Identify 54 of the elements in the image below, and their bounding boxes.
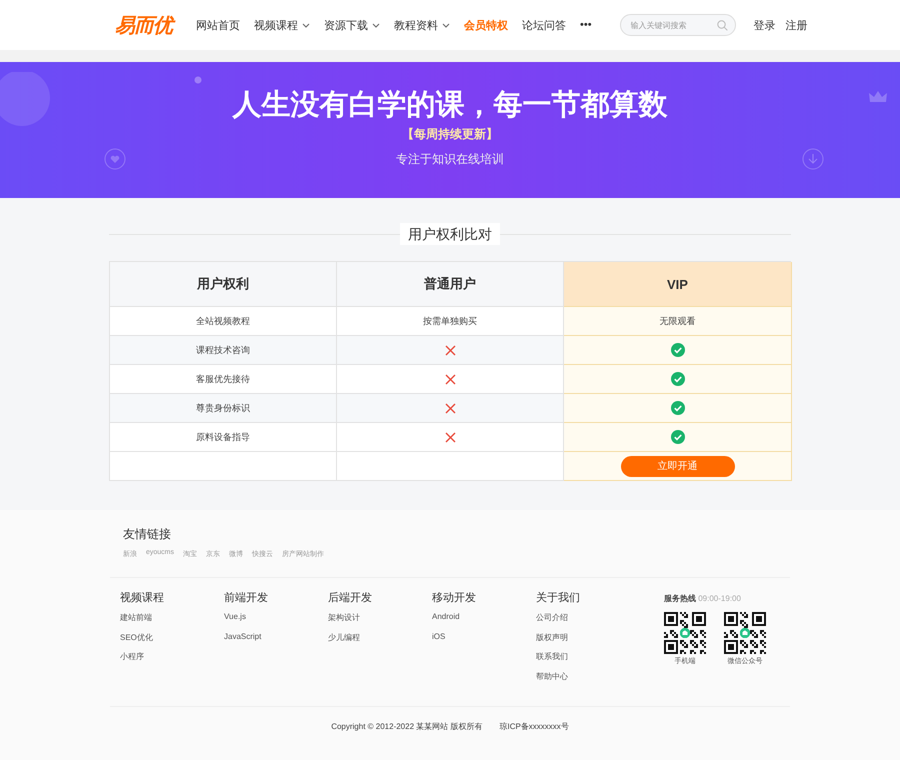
table-cell-text: 按需单独购买 (423, 314, 477, 328)
banner-subtitle: 专注于知识在线培训 (396, 151, 504, 168)
feature-label: 课程技术咨询 (196, 344, 250, 356)
footer-column-title: 后端开发 (328, 591, 373, 605)
caret-icon (442, 22, 450, 28)
nav-link[interactable]: 资源下载 (324, 18, 380, 32)
download-icon (802, 148, 824, 170)
footer-column-title: 前端开发 (224, 591, 269, 605)
footer-link[interactable]: Vue.js (224, 612, 328, 632)
column-header: VIP (667, 276, 688, 292)
hotline-text: 服务热线 09:00-19:00 (664, 593, 742, 604)
footer-link[interactable]: SEO优化 (120, 632, 224, 651)
footer-link[interactable]: 公司介绍 (536, 612, 640, 632)
feature-label: 客服优先接待 (196, 372, 250, 386)
nav-link[interactable]: ••• (580, 18, 592, 32)
footer-link[interactable]: 帮助中心 (536, 670, 640, 690)
dot-icon (194, 76, 202, 84)
nav-link[interactable]: 网站首页 (196, 18, 240, 32)
footer-link[interactable]: 建站前端 (120, 612, 224, 632)
account-link[interactable]: 注册 (786, 18, 808, 32)
table-cell-text: 无限观看 (660, 314, 696, 328)
footer-link[interactable]: 版权声明 (536, 632, 640, 651)
qr-code-icon (664, 612, 706, 654)
footer-link[interactable]: 小程序 (120, 651, 224, 670)
feature-label: 全站视频教程 (196, 314, 250, 328)
nav-link[interactable]: 教程资料 (394, 18, 450, 32)
footer-link[interactable]: Android (432, 612, 536, 632)
caret-icon (372, 22, 380, 28)
feature-label: 原料设备指导 (196, 430, 250, 444)
banner-tagline: 【每周持续更新】 (402, 126, 498, 143)
footer-link[interactable]: 少儿编程 (328, 632, 432, 651)
footer-column-title: 关于我们 (536, 590, 581, 605)
banner-title: 人生没有白学的课，每一节都算数 (232, 88, 668, 123)
footer-column-title: 视频课程 (120, 591, 165, 605)
search-icon[interactable] (716, 20, 728, 30)
column-header: 普通用户 (424, 275, 476, 293)
account-link[interactable]: 登录 (754, 18, 776, 32)
feature-label: 尊贵身份标识 (196, 402, 250, 414)
section-title: 友情链接 (122, 526, 172, 542)
footer-link[interactable]: 架构设计 (328, 612, 432, 632)
nav-link[interactable]: 论坛问答 (522, 18, 566, 32)
search-field[interactable]: 输入关键词搜索 (620, 14, 736, 36)
crown-icon (868, 90, 888, 104)
icp-text: 琼ICP备xxxxxxxx号 (499, 721, 569, 732)
footer-link[interactable]: iOS (432, 632, 536, 651)
caret-icon (302, 22, 310, 28)
qr-code-icon (724, 612, 766, 654)
section-title: 用户权利比对 (400, 223, 500, 245)
footer-column-title: 移动开发 (432, 591, 477, 605)
nav-link[interactable]: 视频课程 (254, 18, 310, 32)
copyright-text: Copyright © 2012-2022 某某网站 版权所有 (331, 721, 482, 732)
footer-link[interactable]: JavaScript (224, 632, 328, 651)
column-header: 用户权利 (197, 275, 249, 293)
footer-link[interactable]: 联系我们 (536, 651, 640, 670)
